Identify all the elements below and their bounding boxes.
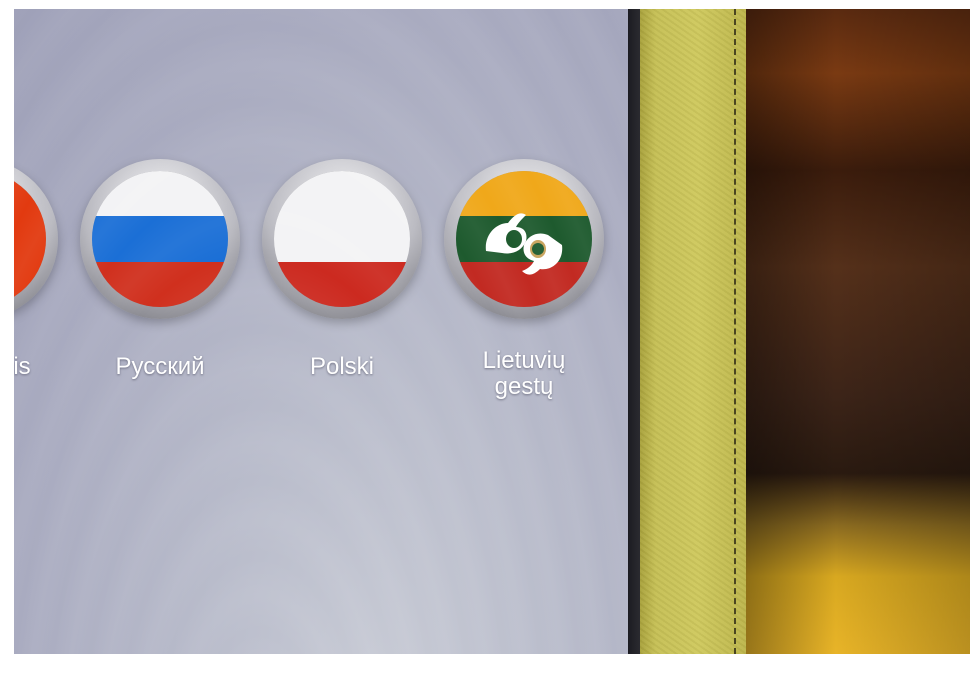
language-label-lithuanian-sign-line2[interactable]: gestų [434,375,614,399]
flag-icon-partial [14,171,46,307]
language-button-partial[interactable] [14,159,58,319]
language-label-lithuanian-sign-line1[interactable]: Lietuvių [434,349,614,373]
language-button-russian[interactable] [80,159,240,319]
photo-scene: is Русский Polski Lietuvių gestų [14,9,970,654]
language-label-russian[interactable]: Русский [70,355,250,379]
language-label-partial[interactable]: is [14,355,112,379]
leather-frame [640,9,746,654]
lithuanian-flag-icon [456,171,592,307]
language-button-polish[interactable] [262,159,422,319]
polish-flag-icon [274,171,410,307]
russian-flag-icon [92,171,228,307]
language-button-lithuanian-sign[interactable] [444,159,604,319]
kiosk-screen: is Русский Polski Lietuvių gestų [14,9,628,654]
stitching-line [734,9,736,654]
screen-bezel [628,9,640,654]
sign-language-hands-icon [485,213,563,275]
blurred-background [746,9,970,654]
language-label-polish[interactable]: Polski [252,355,432,379]
